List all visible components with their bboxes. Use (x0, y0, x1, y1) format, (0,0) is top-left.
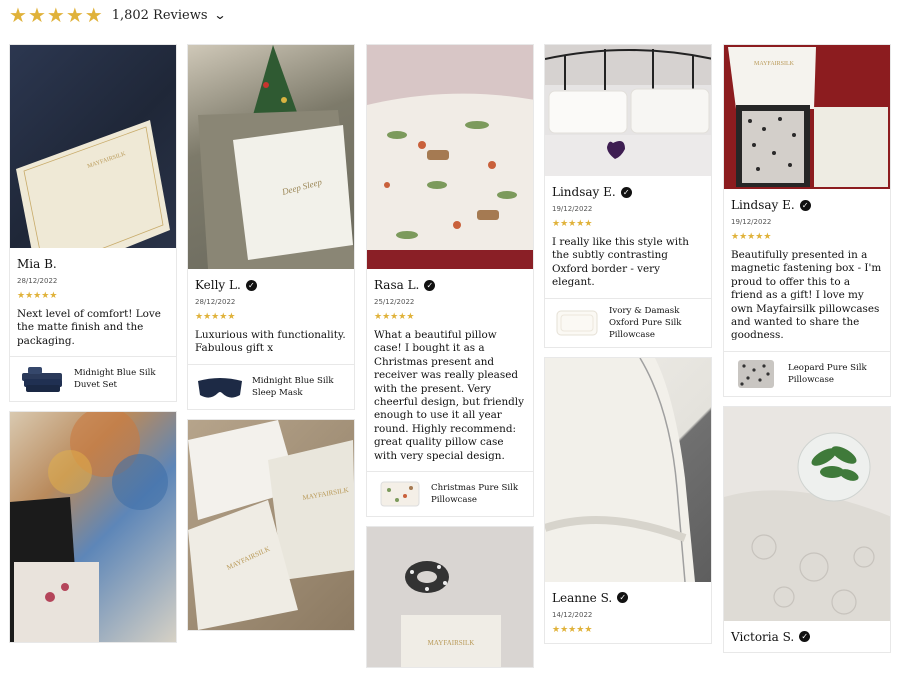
review-text: Luxurious with functionality. Fabulous g… (195, 329, 346, 355)
reviews-count-toggle[interactable]: 1,802 Reviews (112, 8, 208, 23)
review-rating: ★ ★ ★ ★ ★ (374, 312, 415, 322)
review-date: 25/12/2022 (374, 298, 415, 306)
review-photo[interactable] (545, 357, 711, 582)
review-text: Beautifully presented in a magnetic fast… (731, 249, 882, 342)
product-name: Christmas Pure Silk Pillowcase (431, 483, 519, 506)
review-date: 19/12/2022 (731, 218, 772, 226)
review-date: 19/12/2022 (552, 205, 593, 213)
review-text: I really like this style with the subtly… (552, 236, 689, 289)
reviewer-name: Kelly L. (195, 278, 241, 292)
verified-badge-icon: ✓ (617, 592, 629, 604)
product-link[interactable]: Midnight Blue Silk Duvet Set (10, 356, 176, 401)
reviewer-name: Victoria S. (731, 629, 795, 644)
product-thumbnail (553, 307, 601, 339)
chevron-down-icon[interactable]: ⌄ (213, 8, 226, 22)
star-icon: ★ (46, 3, 65, 27)
review-text: What a beautiful pillow case! I bought i… (374, 329, 524, 462)
review-photo[interactable] (10, 412, 176, 643)
product-link[interactable]: Midnight Blue Silk Sleep Mask (188, 363, 354, 409)
star-icon: ★ (84, 3, 103, 27)
review-rating: ★ ★ ★ ★ ★ (552, 624, 593, 635)
verified-badge-icon: ✓ (620, 186, 632, 198)
review-photo[interactable]: MAYFAIRSILK (10, 45, 176, 248)
reviews-summary: ★ ★ ★ ★ ★ 1,802 Reviews ⌄ (9, 5, 226, 25)
reviewer-name: Mia B. (17, 257, 57, 271)
box-brand-label: MAYFAIRSILK (428, 639, 475, 647)
product-name: Midnight Blue Silk Duvet Set (74, 368, 156, 391)
review-card[interactable]: MAYFAIRSILK (366, 526, 534, 669)
product-name: Midnight Blue Silk Sleep Mask (252, 375, 334, 398)
review-rating: ★ ★ ★ ★ ★ (731, 232, 772, 242)
review-photo[interactable]: MAYFAIRSILK (724, 45, 890, 189)
verified-badge-icon: ✓ (799, 199, 811, 211)
review-card[interactable]: Deep Sleep Kelly L. ✓ 28/12/2022 ★ ★ ★ ★ ★ Lu… (187, 44, 355, 410)
review-card[interactable]: Lindsay E. ✓ 19/12/2022 ★ ★ ★ ★ ★ I really li… (544, 44, 712, 348)
leopard-pillowcase-box-image: MAYFAIRSILK (728, 47, 888, 187)
review-rating: ★ ★ ★ ★ ★ (17, 291, 58, 301)
review-rating: ★ ★ ★ ★ ★ (195, 312, 236, 322)
box-brand-label: MAYFAIRSILK (754, 61, 795, 67)
review-date: 28/12/2022 (17, 277, 58, 285)
review-date: 28/12/2022 (195, 298, 236, 306)
reviewer-name: Lindsay E. (552, 185, 616, 199)
gift-boxes-image: MAYFAIRSILK MAYFAIRSILK (188, 419, 354, 630)
reviewer-name: Leanne S. (552, 590, 613, 605)
verified-badge-icon: ✓ (799, 631, 811, 643)
review-photo[interactable]: Deep Sleep (188, 45, 354, 269)
review-card[interactable]: MAYFAIRSILK Lindsay E. ✓ 19/12/2022 ★ ★ ★ ★ ★… (723, 44, 891, 397)
christmas-pillowcase-image (367, 45, 533, 269)
star-icon: ★ (27, 3, 46, 27)
product-link[interactable]: Leopard Pure Silk Pillowcase (724, 350, 890, 396)
review-date: 14/12/2022 (552, 610, 593, 619)
product-thumbnail (732, 358, 780, 390)
star-icon: ★ (65, 3, 84, 27)
review-text: Next level of comfort! Love the matte fi… (17, 308, 161, 347)
review-card[interactable]: MAYFAIRSILK MAYFAIRSILK (187, 418, 355, 631)
reviewer-name: Lindsay E. (731, 198, 795, 212)
product-link[interactable]: Christmas Pure Silk Pillowcase (367, 471, 533, 516)
star-icon: ★ (9, 3, 27, 27)
reviewer-name: Rasa L. (374, 278, 420, 292)
verified-badge-icon: ✓ (245, 279, 257, 291)
product-link[interactable]: Ivory & Damask Oxford Pure Silk Pillowca… (545, 297, 711, 347)
review-card[interactable]: Leanne S. ✓ 14/12/2022 ★ ★ ★ ★ ★ (544, 356, 712, 644)
gift-box-image: MAYFAIRSILK (16, 120, 170, 248)
review-photo[interactable]: MAYFAIRSILK MAYFAIRSILK (188, 419, 354, 630)
silk-fabric-image (545, 357, 695, 582)
gift-box-image: Deep Sleep (198, 45, 354, 269)
review-photo[interactable]: MAYFAIRSILK (367, 527, 533, 668)
review-photo[interactable] (724, 406, 890, 621)
product-thumbnail (196, 371, 244, 403)
review-card[interactable]: Victoria S. ✓ (723, 405, 891, 653)
product-thumbnail (18, 363, 66, 395)
verified-badge-icon: ✓ (424, 279, 436, 291)
product-name: Leopard Pure Silk Pillowcase (788, 362, 867, 385)
artwork-box-image (10, 412, 168, 643)
review-card[interactable] (9, 411, 177, 644)
product-name: Ivory & Damask Oxford Pure Silk Pillowca… (609, 305, 682, 340)
average-rating-stars: ★ ★ ★ ★ ★ (9, 5, 103, 25)
review-card[interactable]: Rasa L. ✓ 25/12/2022 ★ ★ ★ ★ ★ What a beautif… (366, 44, 534, 518)
review-card[interactable]: MAYFAIRSILK Mia B. 28/12/2022 ★ ★ ★ ★ ★ Next… (9, 44, 177, 403)
damask-pillowcase-plant-image (724, 432, 890, 621)
review-photo[interactable] (545, 45, 711, 176)
product-thumbnail (375, 478, 423, 510)
scrunchie-box-image: MAYFAIRSILK (401, 561, 501, 668)
oxford-pillowcase-bed-image (545, 45, 711, 176)
review-photo[interactable] (367, 45, 533, 269)
review-rating: ★ ★ ★ ★ ★ (552, 219, 593, 229)
